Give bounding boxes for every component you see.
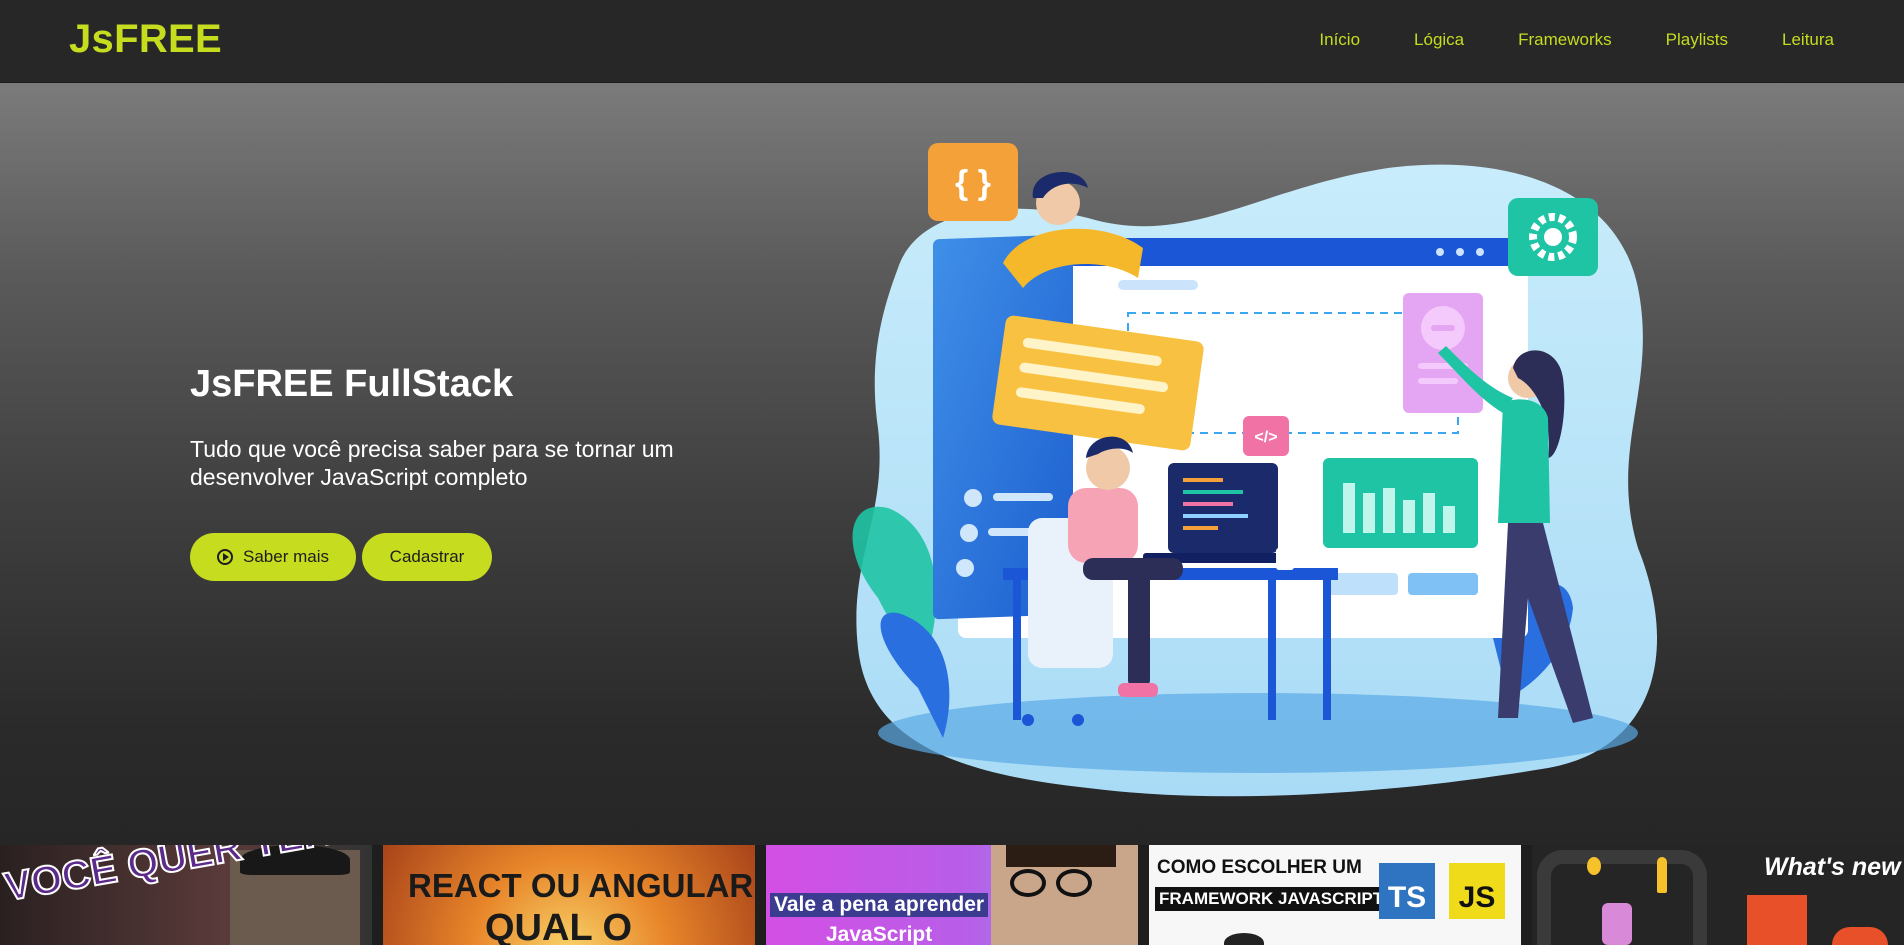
video-thumbnail-1[interactable]: VOCÊ QUER TER SUCESSO bbox=[0, 845, 372, 945]
floor-shadow bbox=[878, 693, 1638, 773]
thumbnail-3-hair bbox=[1006, 845, 1116, 867]
gear-tile bbox=[1508, 198, 1598, 276]
rocket-icon bbox=[1657, 857, 1667, 893]
thumbnail-5-person bbox=[1602, 903, 1632, 945]
lightbulb-icon bbox=[1587, 857, 1601, 875]
nav-link-inicio[interactable]: Início bbox=[1319, 30, 1360, 50]
video-thumbnail-4[interactable]: COMO ESCOLHER UM FRAMEWORK JAVASCRIPT? T… bbox=[1149, 845, 1521, 945]
nav-link-leitura[interactable]: Leitura bbox=[1782, 30, 1834, 50]
thumbnail-5-red-block bbox=[1747, 895, 1807, 945]
svg-text:{ }: { } bbox=[955, 164, 991, 202]
play-circle-icon bbox=[217, 549, 233, 565]
svg-text:</>: </> bbox=[1254, 429, 1277, 446]
code-braces-tile: { } bbox=[928, 143, 1018, 221]
thumbnail-3-title: Vale a pena aprender bbox=[770, 893, 989, 917]
thumbnail-2-subtitle: QUAL O bbox=[485, 907, 633, 945]
glasses-icon bbox=[1010, 869, 1046, 897]
code-tag-tile: </> bbox=[1243, 416, 1289, 456]
nav-link-frameworks[interactable]: Frameworks bbox=[1518, 30, 1612, 50]
saber-mais-label: Saber mais bbox=[243, 547, 329, 566]
javascript-badge: JS bbox=[1449, 863, 1505, 919]
thumbnail-5-title: What's new bbox=[1764, 853, 1901, 881]
developer-team-illustration: { } </> bbox=[852, 143, 1658, 797]
video-thumbnails-strip: VOCÊ QUER TER SUCESSO REACT OU ANGULAR? … bbox=[0, 845, 1904, 945]
thumbnail-4-title: COMO ESCOLHER UM bbox=[1157, 857, 1362, 878]
thumbnail-2-title: REACT OU ANGULAR? bbox=[408, 867, 755, 904]
cadastrar-button[interactable]: Cadastrar bbox=[362, 533, 492, 581]
nav-link-playlists[interactable]: Playlists bbox=[1666, 30, 1728, 50]
thumbnail-3-subtitle: JavaScript bbox=[826, 923, 933, 945]
hero-title: JsFREE FullStack bbox=[190, 363, 514, 405]
thumbnail-4-subtitle: FRAMEWORK JAVASCRIPT? bbox=[1155, 887, 1398, 911]
video-thumbnail-5[interactable]: What's new bbox=[1532, 845, 1904, 945]
video-thumbnail-2[interactable]: REACT OU ANGULAR? QUAL O bbox=[383, 845, 755, 945]
saber-mais-button[interactable]: Saber mais bbox=[190, 533, 356, 581]
hero-subtitle: Tudo que você precisa saber para se torn… bbox=[190, 436, 674, 490]
main-nav: Início Lógica Frameworks Playlists Leitu… bbox=[1319, 30, 1834, 50]
top-navbar: JsFREE Início Lógica Frameworks Playlist… bbox=[0, 0, 1904, 83]
video-thumbnail-3[interactable]: Vale a pena aprender JavaScript bbox=[766, 845, 1138, 945]
nav-link-logica[interactable]: Lógica bbox=[1414, 30, 1464, 50]
hero-section: JsFREE FullStack Tudo que você precisa s… bbox=[0, 83, 1904, 845]
teal-bar-chart-card bbox=[1323, 458, 1478, 548]
site-logo[interactable]: JsFREE bbox=[69, 17, 222, 62]
typescript-badge: TS bbox=[1379, 863, 1435, 919]
